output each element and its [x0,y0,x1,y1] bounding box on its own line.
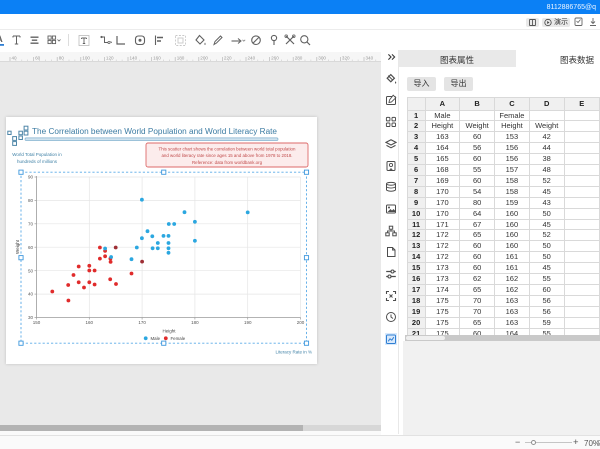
svg-text:40: 40 [12,56,18,61]
svg-text:Female: Female [171,336,186,341]
svg-text:280: 280 [295,56,303,61]
svg-text:220: 220 [224,56,232,61]
svg-text:60: 60 [35,56,41,61]
svg-text:200: 200 [297,320,305,325]
svg-text:340: 340 [366,56,374,61]
svg-text:Literacy Rate in %: Literacy Rate in % [275,350,312,355]
svg-text:160: 160 [153,56,161,61]
svg-text:180: 180 [191,320,199,325]
svg-text:World Total Population in: World Total Population in [12,152,62,157]
svg-text:Weight: Weight [15,239,20,254]
svg-text:Male: Male [151,336,161,341]
svg-text:40: 40 [28,292,34,297]
svg-text:This scatter chart shows the c: This scatter chart shows the correlation… [159,147,296,152]
svg-text:80: 80 [28,198,34,203]
svg-text:300: 300 [318,56,326,61]
svg-text:50: 50 [28,268,34,273]
svg-text:200: 200 [200,56,208,61]
svg-text:170: 170 [138,320,146,325]
svg-text:180: 180 [177,56,185,61]
svg-text:and world literacy rate since: and world literacy rate since ages 15 an… [161,153,292,158]
svg-text:320: 320 [342,56,350,61]
svg-text:140: 140 [130,56,138,61]
svg-text:The Correlation between World: The Correlation between World Population… [32,127,278,136]
svg-text:150: 150 [33,320,41,325]
svg-text:Reference: data from worldbank: Reference: data from worldbank.org [192,160,263,165]
svg-text:100: 100 [82,56,90,61]
svg-text:hundreds of millions: hundreds of millions [17,159,58,164]
svg-text:70: 70 [28,221,34,226]
svg-text:160: 160 [86,320,94,325]
svg-text:190: 190 [244,320,252,325]
svg-text:Height: Height [162,329,176,334]
svg-text:A: A [0,34,3,44]
svg-text:120: 120 [106,56,114,61]
svg-text:90: 90 [28,175,34,180]
svg-text:80: 80 [59,56,65,61]
svg-text:260: 260 [271,56,279,61]
svg-text:240: 240 [248,56,256,61]
svg-text:60: 60 [28,245,34,250]
